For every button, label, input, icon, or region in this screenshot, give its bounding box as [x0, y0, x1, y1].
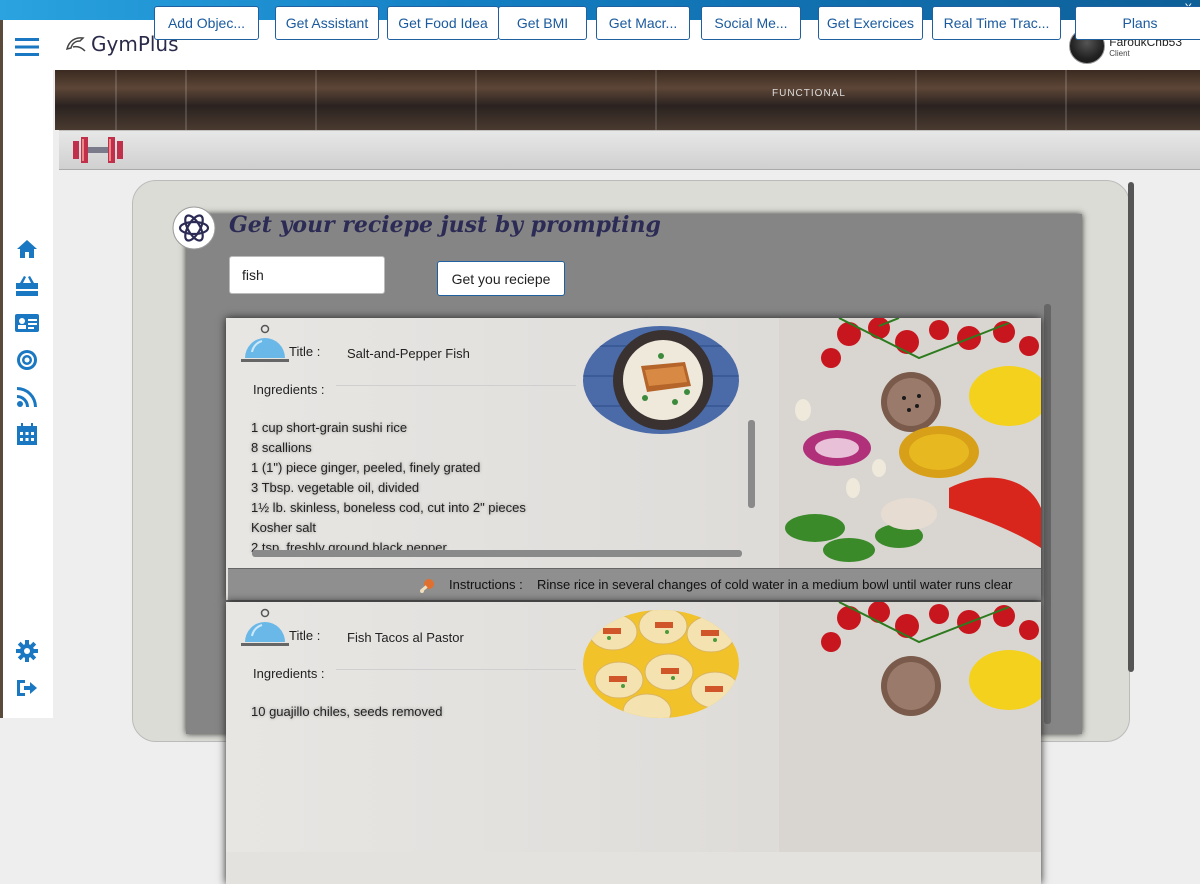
- nav-get-assistant-button[interactable]: Get Assistant: [275, 6, 379, 40]
- recipe-prompt-input[interactable]: [229, 256, 385, 294]
- logout-icon[interactable]: [14, 675, 40, 701]
- instructions-label: Instructions :: [449, 577, 523, 592]
- ingredient-item: 10 guajillo chiles, seeds removed: [251, 704, 443, 719]
- ingredient-item: 3 Tbsp. vegetable oil, divided: [251, 480, 420, 495]
- instructions-text: Rinse rice in several changes of cold wa…: [537, 577, 1013, 592]
- ingredient-item: 1 cup short-grain sushi rice: [251, 420, 408, 435]
- chicken-leg-icon: [420, 579, 434, 593]
- nav-get-food-idea-button[interactable]: Get Food Idea: [387, 6, 499, 40]
- sidebar: [3, 20, 53, 718]
- recipe-title: Fish Tacos al Pastor: [347, 630, 464, 645]
- feature-nav-bar: [59, 130, 1200, 170]
- id-card-icon[interactable]: [14, 310, 40, 336]
- vegetables-background-image: [779, 318, 1041, 568]
- hamburger-menu-icon[interactable]: [14, 34, 40, 60]
- ingredients-list: 10 guajillo chiles, seeds removed: [251, 702, 751, 722]
- ingredient-item: 8 scallions: [251, 440, 312, 455]
- gym-banner-image: FUNCTIONAL: [55, 70, 1200, 130]
- shopping-bag-icon[interactable]: [14, 273, 40, 299]
- user-role: Client: [1109, 48, 1130, 58]
- recipe-card: Title : Fish Tacos al Pastor Ingredients…: [226, 602, 1041, 884]
- ingredients-horizontal-scrollbar[interactable]: [252, 550, 742, 557]
- nav-get-exercices-button[interactable]: Get Exercices: [818, 6, 923, 40]
- vegetables-background-image: [779, 602, 1041, 852]
- recipe-title: Salt-and-Pepper Fish: [347, 346, 470, 361]
- ingredients-vertical-scrollbar[interactable]: [748, 420, 755, 508]
- calendar-icon[interactable]: [14, 421, 40, 447]
- nav-add-objective-button[interactable]: Add Objec...: [154, 6, 259, 40]
- nav-get-macros-button[interactable]: Get Macr...: [596, 6, 690, 40]
- nav-social-media-button[interactable]: Social Me...: [701, 6, 801, 40]
- instructions-bar: Instructions : Rinse rice in several cha…: [228, 568, 1041, 600]
- nav-plans-button[interactable]: Plans: [1075, 6, 1200, 40]
- ingredients-label: Ingredients :: [253, 382, 325, 397]
- get-recipe-button[interactable]: Get you reciepe: [437, 261, 565, 296]
- target-icon[interactable]: [14, 347, 40, 373]
- recipe-prompt-heading: Get your reciepe just by prompting: [229, 212, 661, 238]
- gymplus-logo-icon: [65, 37, 86, 52]
- title-label: Title :: [289, 344, 321, 359]
- ingredients-label: Ingredients :: [253, 666, 325, 681]
- home-icon[interactable]: [14, 236, 40, 262]
- recipe-card: Title : Salt-and-Pepper Fish Ingredients…: [226, 318, 1041, 600]
- ingredient-item: 1½ lb. skinless, boneless cod, cut into …: [251, 500, 526, 515]
- cloche-icon: [241, 324, 289, 362]
- nav-real-time-tracking-button[interactable]: Real Time Trac...: [932, 6, 1061, 40]
- ingredient-item: Kosher salt: [251, 520, 317, 535]
- nav-get-bmi-button[interactable]: Get BMI: [498, 6, 587, 40]
- gear-icon[interactable]: [14, 638, 40, 664]
- ingredient-item: 1 (1") piece ginger, peeled, finely grat…: [251, 460, 481, 475]
- dumbbell-icon: [73, 137, 123, 163]
- openai-logo-icon: [172, 206, 216, 250]
- rss-feed-icon[interactable]: [14, 384, 40, 410]
- page-scrollbar[interactable]: [1128, 182, 1134, 672]
- ingredients-list: 1 cup short-grain sushi rice 8 scallions…: [251, 418, 751, 558]
- banner-text: FUNCTIONAL: [772, 88, 846, 99]
- title-label: Title :: [289, 628, 321, 643]
- recipe-list-scrollbar[interactable]: [1044, 304, 1051, 724]
- cloche-icon: [241, 608, 289, 646]
